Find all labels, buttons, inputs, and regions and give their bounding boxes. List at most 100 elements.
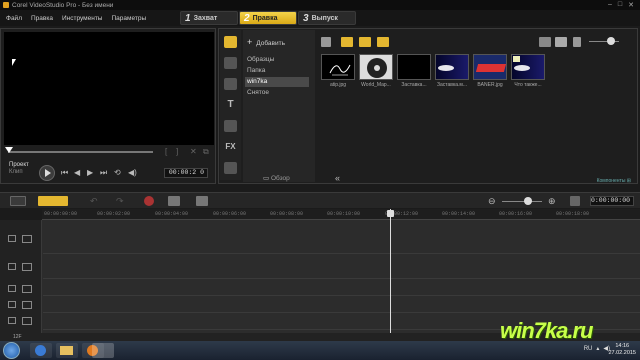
timeline-timecode[interactable]: 0:00:00:00 bbox=[590, 196, 634, 206]
app-icon bbox=[3, 2, 9, 8]
voice-track-header[interactable] bbox=[8, 298, 36, 312]
show-photo-icon[interactable] bbox=[359, 37, 371, 47]
timeline-view-icon[interactable] bbox=[38, 196, 68, 206]
step-label: Выпуск bbox=[311, 14, 338, 22]
home-icon[interactable]: ⏮ bbox=[61, 168, 68, 178]
playhead[interactable] bbox=[390, 209, 391, 342]
overlay-track-lane[interactable] bbox=[43, 255, 640, 279]
clip-mode-label[interactable]: Клип bbox=[9, 169, 29, 176]
start-button[interactable] bbox=[3, 342, 20, 359]
menu-file[interactable]: Файл bbox=[6, 15, 22, 22]
media-caption: BANER.jpg bbox=[477, 82, 503, 88]
scrub-bar[interactable] bbox=[8, 151, 153, 153]
auto-music-icon[interactable] bbox=[196, 196, 208, 206]
menu-settings[interactable]: Параметры bbox=[111, 15, 146, 22]
list-view-icon[interactable] bbox=[539, 37, 551, 47]
show-audio-icon[interactable] bbox=[377, 37, 389, 47]
redo-icon[interactable]: ↷ bbox=[116, 196, 124, 206]
show-video-icon[interactable] bbox=[341, 37, 353, 47]
path-icon[interactable] bbox=[224, 162, 237, 174]
add-folder-button[interactable]: + Добавить bbox=[247, 37, 285, 47]
next-frame-icon[interactable]: ▶ bbox=[87, 168, 93, 177]
video-track-header[interactable] bbox=[8, 232, 36, 246]
folder-item-selected[interactable]: win7ka bbox=[245, 77, 309, 87]
zoom-handle[interactable] bbox=[524, 197, 532, 205]
comet-thumb bbox=[435, 54, 469, 80]
sort-icon[interactable] bbox=[573, 37, 581, 47]
fit-project-icon[interactable] bbox=[570, 196, 580, 206]
network-icon[interactable]: ▴ bbox=[596, 345, 599, 352]
zoom-out-icon[interactable]: ⊖ bbox=[488, 196, 496, 206]
music-track-header[interactable] bbox=[8, 314, 36, 328]
project-mode-label[interactable]: Проект bbox=[9, 162, 29, 169]
scrubber-handle[interactable] bbox=[5, 147, 13, 153]
prev-frame-icon[interactable]: ◀ bbox=[74, 168, 80, 177]
track-visibility-icon[interactable] bbox=[8, 301, 16, 308]
language-indicator[interactable]: RU bbox=[584, 346, 593, 352]
menu-tools[interactable]: Инструменты bbox=[62, 15, 103, 22]
storyboard-view-icon[interactable] bbox=[10, 196, 26, 206]
transition-icon[interactable] bbox=[224, 78, 237, 90]
step-capture[interactable]: 1 Захват bbox=[180, 11, 238, 25]
record-icon[interactable] bbox=[144, 196, 154, 206]
preview-timecode[interactable]: 00:00:2 0 bbox=[164, 168, 208, 178]
media-item[interactable]: Заставка... bbox=[397, 54, 431, 88]
folder-item[interactable]: Образцы bbox=[245, 55, 309, 65]
ie-icon[interactable] bbox=[30, 343, 52, 358]
voice-track-lane[interactable] bbox=[43, 297, 640, 313]
explorer-icon[interactable] bbox=[56, 343, 78, 358]
videostudio-taskbar-icon[interactable] bbox=[92, 343, 114, 358]
mark-in-icon[interactable]: [ bbox=[165, 147, 167, 156]
media-item[interactable]: Что также... bbox=[511, 54, 545, 88]
options-button[interactable]: Компоненты ⊞ bbox=[597, 178, 631, 184]
media-item[interactable]: atip.jpg bbox=[321, 54, 355, 88]
play-button[interactable] bbox=[39, 165, 55, 181]
filter-icon[interactable]: FX bbox=[224, 141, 237, 153]
mode-switch[interactable]: Проект Клип bbox=[9, 162, 29, 176]
preview-screen[interactable] bbox=[4, 32, 214, 145]
step-edit[interactable]: 2 Правка bbox=[239, 11, 297, 25]
media-caption: Заставка.м... bbox=[436, 82, 468, 88]
playhead-handle[interactable] bbox=[387, 210, 394, 217]
media-item[interactable]: World_Map... bbox=[359, 54, 393, 88]
graphics-icon[interactable] bbox=[224, 120, 237, 132]
end-icon[interactable]: ⏭ bbox=[100, 168, 107, 178]
timeline-ruler[interactable]: 00:00:00:00 00:00:02:00 00:00:04:00 00:0… bbox=[42, 209, 640, 220]
undo-icon[interactable]: ↶ bbox=[90, 196, 98, 206]
folder-item[interactable]: Папка bbox=[245, 66, 309, 76]
track-visibility-icon[interactable] bbox=[8, 317, 16, 324]
library-toolbar: T FX bbox=[220, 30, 241, 180]
instant-project-icon[interactable] bbox=[224, 57, 237, 69]
enlarge-icon[interactable]: ⧉ bbox=[203, 147, 209, 157]
zoom-slider[interactable] bbox=[502, 201, 542, 202]
menu-edit[interactable]: Правка bbox=[31, 15, 53, 22]
step-share[interactable]: 3 Выпуск bbox=[298, 11, 356, 25]
title-track-lane[interactable] bbox=[43, 280, 640, 296]
browse-button[interactable]: ▭ Обзор bbox=[263, 174, 290, 182]
track-visibility-icon[interactable] bbox=[8, 235, 16, 242]
folder-item[interactable]: Снятое bbox=[245, 88, 309, 98]
repeat-icon[interactable]: ⟲ bbox=[114, 168, 121, 177]
sound-mixer-icon[interactable] bbox=[168, 196, 180, 206]
media-item[interactable]: BANER.jpg bbox=[473, 54, 507, 88]
thumb-size-handle[interactable] bbox=[607, 37, 615, 45]
media-item[interactable]: Заставка.м... bbox=[435, 54, 469, 88]
close-button[interactable]: ✕ bbox=[628, 1, 634, 9]
volume-icon[interactable]: ◀) bbox=[128, 168, 137, 177]
mark-out-icon[interactable]: ] bbox=[176, 147, 178, 156]
split-icon[interactable]: ✕ bbox=[190, 147, 197, 156]
title-icon[interactable]: T bbox=[224, 99, 237, 111]
zoom-in-icon[interactable]: ⊕ bbox=[548, 196, 556, 206]
track-visibility-icon[interactable] bbox=[8, 263, 16, 270]
track-visibility-icon[interactable] bbox=[8, 285, 16, 292]
step-label: Захват bbox=[193, 14, 218, 22]
folder-icon[interactable] bbox=[321, 37, 331, 47]
minimize-button[interactable]: – bbox=[608, 1, 612, 9]
media-icon[interactable] bbox=[224, 36, 237, 48]
thumbnail-view-icon[interactable] bbox=[555, 37, 567, 47]
maximize-button[interactable]: □ bbox=[618, 1, 622, 9]
clock[interactable]: 14:16 27.02.2015 bbox=[608, 343, 636, 357]
title-track-header[interactable] bbox=[8, 282, 36, 296]
overlay-track-header[interactable] bbox=[8, 260, 36, 274]
video-track-lane[interactable] bbox=[43, 226, 640, 254]
